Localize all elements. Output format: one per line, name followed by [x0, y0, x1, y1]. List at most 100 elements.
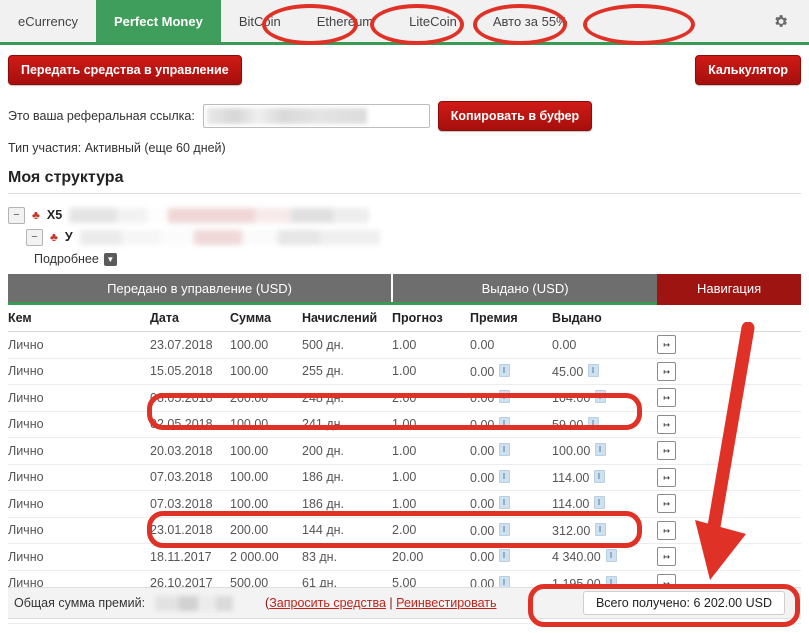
cell-forecast: 2.00 — [392, 517, 471, 544]
cell-forecast: 1.00 — [392, 490, 471, 518]
top-action-row: Передать средства в управление Калькулят… — [8, 55, 801, 89]
expand-details-icon[interactable]: ↦ — [657, 520, 677, 540]
expand-details-icon[interactable]: ↦ — [657, 388, 677, 408]
cell-paid: 114.00 — [552, 490, 658, 518]
cell-sum: 100.00 — [230, 358, 302, 385]
group-header-navigation: Навигация — [657, 274, 802, 305]
tab-bitcoin[interactable]: BitCoin — [220, 0, 299, 42]
cell-date: 08.05.2018 — [150, 384, 230, 412]
calculator-button[interactable]: Калькулятор — [695, 55, 801, 85]
table-row[interactable]: Лично 23.07.2018 100.00 500 дн. 1.00 0.00 0.00… — [8, 331, 802, 359]
info-icon — [499, 416, 511, 430]
table-row[interactable]: Лично 15.05.2018 100.00 255 дн. 1.00 0.00 45.0… — [8, 358, 802, 385]
cell-sum: 100.00 — [230, 490, 302, 518]
reinvest-link[interactable]: Реинвестировать — [396, 596, 496, 610]
table-row[interactable]: Лично 08.05.2018 200.00 248 дн. 2.00 0.00 104.… — [8, 384, 802, 412]
expand-details-icon[interactable]: ↦ — [657, 361, 677, 381]
column-header-who: Кем — [8, 303, 150, 332]
settings-button[interactable] — [752, 0, 809, 42]
column-header-accrued: Начислений — [302, 303, 393, 332]
cell-who: Лично — [8, 517, 150, 544]
cell-navigation: ↦ — [657, 358, 802, 385]
expand-details-icon[interactable]: ↦ — [657, 494, 677, 514]
column-header-forecast: Прогноз — [392, 303, 471, 332]
info-icon — [588, 363, 600, 377]
cell-sum: 200.00 — [230, 517, 302, 544]
cell-forecast: 1.00 — [392, 358, 471, 385]
cell-bonus: 0.00 — [470, 543, 553, 571]
cell-who: Лично — [8, 411, 150, 438]
show-details-link[interactable]: Подробнее ▼ — [34, 252, 801, 266]
table-row[interactable]: Лично 07.03.2018 100.00 186 дн. 1.00 0.00 114.… — [8, 464, 802, 491]
table-row[interactable]: Лично 23.01.2018 200.00 144 дн. 2.00 0.00 312.… — [8, 517, 802, 544]
info-icon — [499, 549, 511, 563]
cell-paid: 0.00 — [552, 331, 658, 359]
expand-details-icon[interactable]: ↦ — [657, 335, 677, 355]
info-icon — [499, 522, 511, 536]
cell-sum: 200.00 — [230, 384, 302, 412]
total-received-value: Всего получено: 6 202.00 USD — [582, 591, 785, 615]
column-header-date: Дата — [150, 303, 230, 332]
expand-details-icon[interactable]: ↦ — [657, 414, 677, 434]
cell-bonus: 0.00 — [470, 358, 553, 385]
cell-navigation: ↦ — [657, 464, 802, 491]
cell-date: 15.05.2018 — [150, 358, 230, 385]
tab-auto-55[interactable]: Авто за 55% — [474, 0, 586, 42]
cell-bonus: 0.00 — [470, 490, 553, 518]
request-funds-link[interactable]: Запросить средства — [269, 596, 386, 610]
cell-paid: 4 340.00 — [552, 543, 658, 571]
collapse-toggle-icon[interactable]: − — [8, 206, 25, 224]
tree-node-x5[interactable]: − ♣ X5 — [8, 204, 801, 226]
cell-sum: 2 000.00 — [230, 543, 302, 571]
cell-paid: 59.00 — [552, 411, 658, 438]
table-row[interactable]: Лично 18.11.2017 2 000.00 83 дн. 20.00 0.00 4 … — [8, 543, 802, 571]
cell-date: 02.05.2018 — [150, 411, 230, 438]
column-header-sum: Сумма — [230, 303, 302, 332]
footer-links: (Запросить средства | Реинвестировать — [265, 596, 496, 610]
tree-node-name-redacted — [69, 207, 370, 223]
tab-bar: eCurrency Perfect Money BitCoin Ethereum… — [0, 0, 809, 45]
cell-accrued: 255 дн. — [302, 358, 393, 385]
expand-details-icon[interactable]: ↦ — [657, 467, 677, 487]
table-group-header-row: Передано в управление (USD) Выдано (USD)… — [8, 274, 802, 305]
cell-who: Лично — [8, 464, 150, 491]
person-pin-icon: ♣ — [32, 208, 40, 222]
cell-date: 23.01.2018 — [150, 517, 230, 544]
table-row[interactable]: Лично 02.05.2018 100.00 241 дн. 1.00 0.00 59.0… — [8, 411, 802, 438]
chevron-down-icon[interactable]: ▼ — [103, 252, 117, 266]
group-header-transferred: Передано в управление (USD) — [8, 274, 393, 305]
cell-accrued: 248 дн. — [302, 384, 393, 412]
tree-node-name-redacted — [79, 229, 380, 245]
info-icon — [499, 390, 511, 404]
cell-navigation: ↦ — [657, 437, 802, 465]
info-icon — [594, 496, 606, 510]
info-icon — [595, 522, 607, 536]
expand-details-icon[interactable]: ↦ — [657, 441, 677, 461]
cell-navigation: ↦ — [657, 517, 802, 544]
gear-icon — [772, 13, 789, 30]
table-row[interactable]: Лично 07.03.2018 100.00 186 дн. 1.00 0.00 114.… — [8, 490, 802, 518]
transfer-funds-button[interactable]: Передать средства в управление — [8, 55, 242, 85]
bonus-total-label: Общая сумма премий: — [14, 596, 146, 610]
tab-ecurrency[interactable]: eCurrency — [0, 0, 96, 42]
tab-perfect-money[interactable]: Perfect Money — [95, 0, 221, 42]
cell-paid: 312.00 — [552, 517, 658, 544]
cell-accrued: 83 дн. — [302, 543, 393, 571]
cell-bonus: 0.00 — [470, 384, 553, 412]
cell-date: 07.03.2018 — [150, 464, 230, 491]
investments-table: Передано в управление (USD) Выдано (USD)… — [8, 274, 802, 624]
referral-input[interactable] — [202, 104, 430, 128]
cell-paid: 104.00 — [552, 384, 658, 412]
expand-details-icon[interactable]: ↦ — [657, 547, 677, 567]
table-row[interactable]: Лично 20.03.2018 100.00 200 дн. 1.00 0.00 100.… — [8, 437, 802, 465]
cell-sum: 100.00 — [230, 411, 302, 438]
cell-date: 20.03.2018 — [150, 437, 230, 465]
tree-node-u[interactable]: − ♣ У — [8, 226, 801, 248]
collapse-toggle-icon[interactable]: − — [26, 228, 43, 246]
tab-ethereum[interactable]: Ethereum — [298, 0, 392, 42]
cell-bonus: 0.00 — [470, 437, 553, 465]
cell-bonus: 0.00 — [470, 411, 553, 438]
tab-litecoin[interactable]: LiteCoin — [391, 0, 475, 42]
copy-to-clipboard-button[interactable]: Копировать в буфер — [437, 101, 593, 131]
cell-who: Лично — [8, 331, 150, 359]
